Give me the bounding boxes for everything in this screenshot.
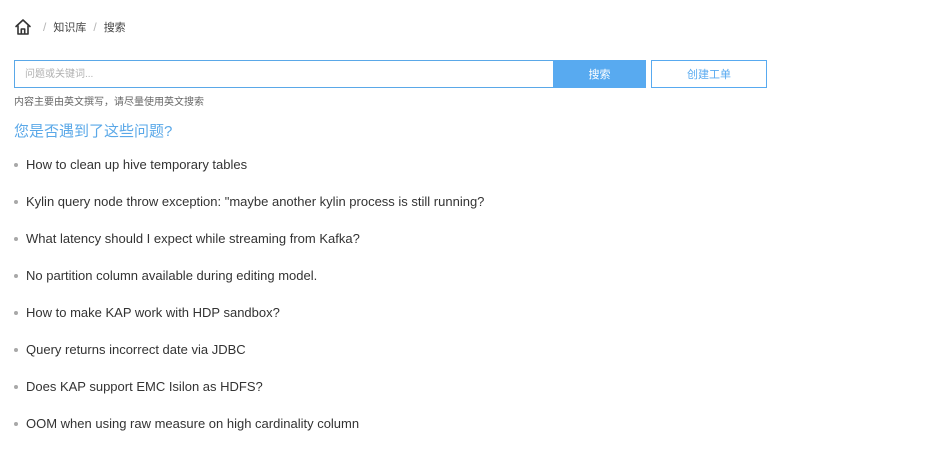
breadcrumb: / 知识库 / 搜索 (14, 17, 126, 37)
list-item: Does KAP support EMC Isilon as HDFS? (14, 376, 484, 413)
search-hint: 内容主要由英文撰写，请尽量使用英文搜索 (14, 97, 204, 108)
list-item: What latency should I expect while strea… (14, 228, 484, 265)
bullet-icon (14, 200, 18, 204)
faq-link[interactable]: How to make KAP work with HDP sandbox? (26, 302, 280, 324)
search-bar: 搜索 创建工单 (14, 60, 767, 88)
home-icon[interactable] (14, 18, 32, 36)
breadcrumb-separator: / (93, 20, 97, 34)
bullet-icon (14, 348, 18, 352)
list-item: Kylin query node throw exception: "maybe… (14, 191, 484, 228)
breadcrumb-item-search: 搜索 (103, 22, 126, 34)
breadcrumb-item-knowledge-base[interactable]: 知识库 (53, 19, 86, 35)
create-ticket-button[interactable]: 创建工单 (651, 60, 767, 88)
bullet-icon (14, 237, 18, 241)
faq-list: How to clean up hive temporary tables Ky… (14, 154, 484, 450)
list-item: OOM when using raw measure on high cardi… (14, 413, 484, 450)
bullet-icon (14, 422, 18, 426)
faq-link[interactable]: OOM when using raw measure on high cardi… (26, 413, 359, 435)
bullet-icon (14, 274, 18, 278)
list-item: No partition column available during edi… (14, 265, 484, 302)
search-input[interactable] (14, 60, 553, 88)
breadcrumb-separator: / (43, 20, 47, 34)
search-button[interactable]: 搜索 (553, 60, 646, 88)
faq-link[interactable]: No partition column available during edi… (26, 265, 317, 287)
list-item: How to make KAP work with HDP sandbox? (14, 302, 484, 339)
faq-link[interactable]: Kylin query node throw exception: "maybe… (26, 191, 484, 213)
faq-title: 您是否遇到了这些问题? (14, 123, 173, 140)
bullet-icon (14, 385, 18, 389)
list-item: Query returns incorrect date via JDBC (14, 339, 484, 376)
bullet-icon (14, 311, 18, 315)
bullet-icon (14, 163, 18, 167)
faq-link[interactable]: Does KAP support EMC Isilon as HDFS? (26, 376, 263, 398)
faq-link[interactable]: Query returns incorrect date via JDBC (26, 339, 246, 361)
faq-link[interactable]: How to clean up hive temporary tables (26, 154, 247, 176)
list-item: How to clean up hive temporary tables (14, 154, 484, 191)
faq-link[interactable]: What latency should I expect while strea… (26, 228, 360, 250)
